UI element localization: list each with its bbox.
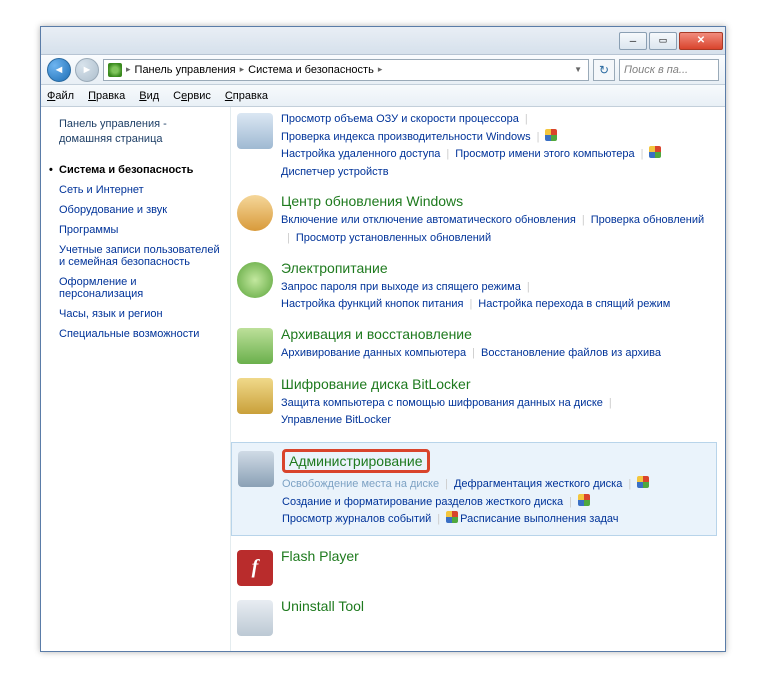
link-power-buttons[interactable]: Настройка функций кнопок питания [281,296,463,314]
backup-icon [237,328,273,364]
heading-power[interactable]: Электропитание [281,260,715,276]
link-pwd-sleep[interactable]: Запрос пароля при выходе из спящего режи… [281,279,521,297]
sidebar-home-link[interactable]: Панель управления - домашняя страница [59,117,222,148]
minimize-button[interactable]: ─ [619,32,647,50]
link-ram-cpu[interactable]: Просмотр объема ОЗУ и скорости процессор… [281,111,519,129]
chevron-right-icon: ▸ [378,64,383,75]
address-bar[interactable]: ▸ Панель управления ▸ Система и безопасн… [103,59,589,81]
link-perf-index[interactable]: Проверка индекса производительности Wind… [281,129,531,147]
section-power: Электропитание Запрос пароля при выходе … [237,260,715,314]
shield-icon [578,494,590,506]
back-button[interactable]: ◄ [47,58,71,82]
link-partitions[interactable]: Создание и форматирование разделов жестк… [282,494,563,512]
link-installed-updates[interactable]: Просмотр установленных обновлений [296,230,491,248]
heading-bitlocker[interactable]: Шифрование диска BitLocker [281,376,715,392]
section-bitlocker: Шифрование диска BitLocker Защита компью… [237,376,715,430]
refresh-button[interactable]: ↻ [593,59,615,81]
sidebar: Панель управления - домашняя страница Си… [41,107,231,651]
section-system: Просмотр объема ОЗУ и скорости процессор… [237,111,715,181]
heading-uninstall[interactable]: Uninstall Tool [281,598,715,614]
sidebar-item-programs[interactable]: Программы [59,220,222,240]
sidebar-item-hardware[interactable]: Оборудование и звук [59,200,222,220]
highlight-admin: Администрирование [282,449,430,473]
link-backup-data[interactable]: Архивирование данных компьютера [281,345,466,363]
link-check-updates[interactable]: Проверка обновлений [591,212,704,230]
system-icon [237,113,273,149]
menu-help[interactable]: Справка [225,90,268,102]
link-manage-bitlocker[interactable]: Управление BitLocker [281,412,391,430]
search-placeholder: Поиск в па... [624,64,688,76]
navigation-bar: ◄ ► ▸ Панель управления ▸ Система и безо… [41,55,725,85]
power-icon [237,262,273,298]
control-panel-icon [108,63,122,77]
sidebar-item-clock[interactable]: Часы, язык и регион [59,304,222,324]
sidebar-item-network[interactable]: Сеть и Интернет [59,180,222,200]
link-event-logs[interactable]: Просмотр журналов событий [282,511,431,529]
section-flash: f Flash Player [237,548,715,586]
link-sleep-settings[interactable]: Настройка перехода в спящий режим [478,296,670,314]
menu-view[interactable]: Вид [139,90,159,102]
admin-tools-icon [238,451,274,487]
menu-edit[interactable]: Правка [88,90,125,102]
chevron-right-icon: ▸ [126,64,131,75]
shield-icon [649,146,661,158]
maximize-button[interactable]: ▭ [649,32,677,50]
link-device-manager[interactable]: Диспетчер устройств [281,164,389,182]
section-uninstall: Uninstall Tool [237,598,715,636]
shield-icon [545,129,557,141]
heading-admin[interactable]: Администрирование [289,453,423,469]
link-defrag[interactable]: Дефрагментация жесткого диска [454,476,622,494]
address-dropdown-icon[interactable]: ▼ [572,65,584,74]
section-admin: Администрирование Освобождение места на … [231,442,717,536]
content-pane: Просмотр объема ОЗУ и скорости процессор… [231,107,725,651]
link-remote[interactable]: Настройка удаленного доступа [281,146,440,164]
search-input[interactable]: Поиск в па... [619,59,719,81]
bitlocker-icon [237,378,273,414]
heading-backup[interactable]: Архивация и восстановление [281,326,715,342]
link-restore-files[interactable]: Восстановление файлов из архива [481,345,661,363]
forward-button[interactable]: ► [75,58,99,82]
sidebar-item-system-security[interactable]: Система и безопасность [59,160,222,180]
link-auto-update[interactable]: Включение или отключение автоматического… [281,212,576,230]
link-task-scheduler[interactable]: Расписание выполнения задач [460,511,618,529]
shield-icon [637,476,649,488]
chevron-right-icon: ▸ [240,64,245,75]
breadcrumb-root[interactable]: Панель управления [135,64,236,76]
uninstall-tool-icon [237,600,273,636]
menu-tools[interactable]: Сервис [173,90,211,102]
section-update: Центр обновления Windows Включение или о… [237,193,715,247]
link-pc-name[interactable]: Просмотр имени этого компьютера [455,146,634,164]
menu-file[interactable]: Файл [47,90,74,102]
section-backup: Архивация и восстановление Архивирование… [237,326,715,364]
flash-player-icon: f [237,550,273,586]
link-protect-crypt[interactable]: Защита компьютера с помощью шифрования д… [281,395,603,413]
titlebar: ─ ▭ ✕ [41,27,725,55]
control-panel-window: ─ ▭ ✕ ◄ ► ▸ Панель управления ▸ Система … [40,26,726,652]
heading-flash[interactable]: Flash Player [281,548,715,564]
sidebar-item-appearance[interactable]: Оформление и персонализация [59,272,222,304]
heading-update[interactable]: Центр обновления Windows [281,193,715,209]
sidebar-item-users[interactable]: Учетные записи пользователей и семейная … [59,240,222,272]
link-free-space[interactable]: Освобождение места на диске [282,476,439,494]
windows-update-icon [237,195,273,231]
close-button[interactable]: ✕ [679,32,723,50]
shield-icon [446,511,458,523]
menu-bar: Файл Правка Вид Сервис Справка [41,85,725,107]
window-body: Панель управления - домашняя страница Си… [41,107,725,651]
breadcrumb-current[interactable]: Система и безопасность [248,64,374,76]
sidebar-item-accessibility[interactable]: Специальные возможности [59,324,222,344]
